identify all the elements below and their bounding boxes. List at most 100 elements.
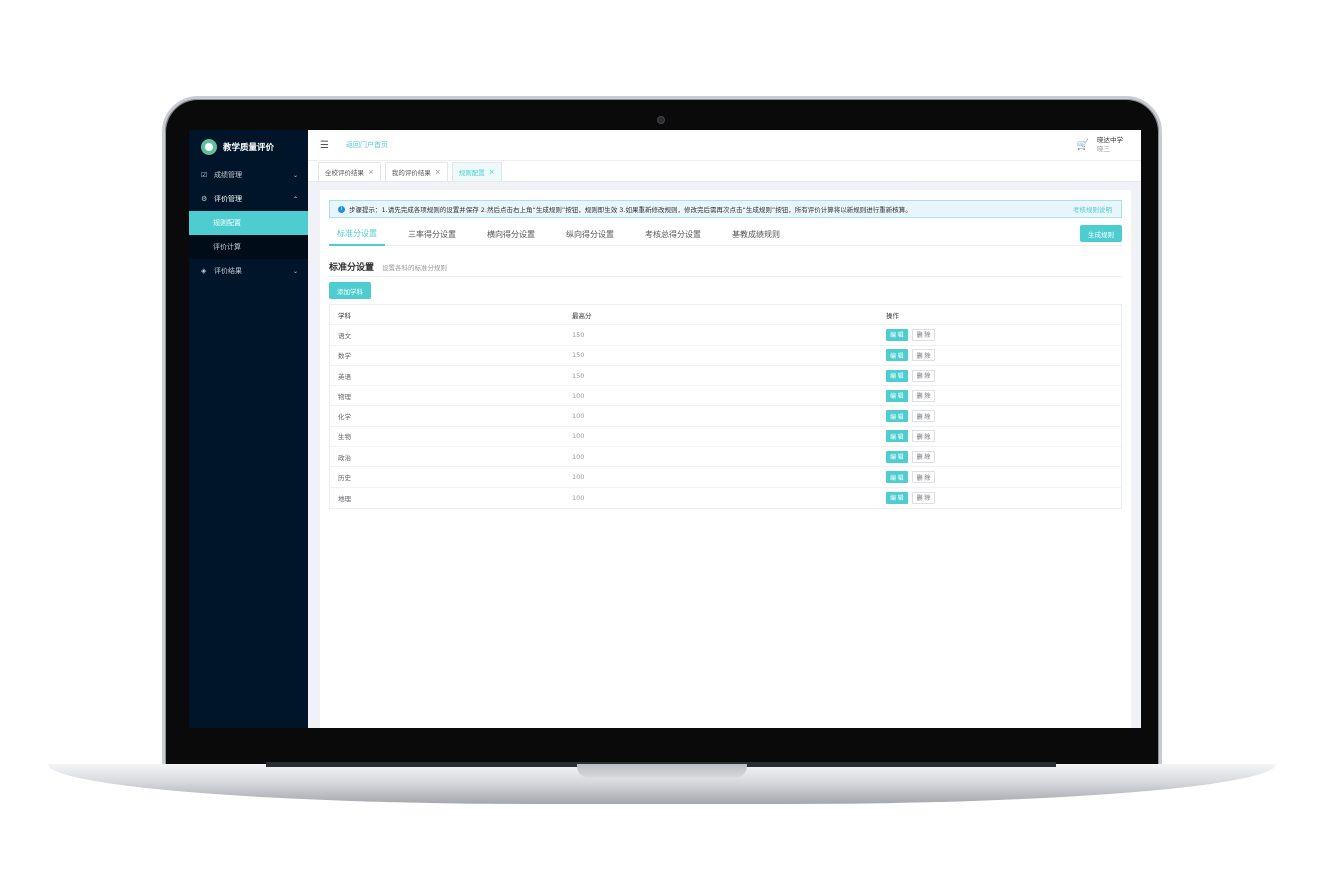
info-icon: i [338,205,345,213]
cell-actions: 编 辑删 除 [878,491,1121,504]
edit-button[interactable]: 编 辑 [886,450,908,463]
tab-school-results[interactable]: 全校评价结果 × [318,162,381,181]
app-screen: 教学质量评价 ☑ 成绩管理 ⌄ ⚙ 评价管理 ⌃ 规则配置 评价计算 ◈ 评价结… [189,130,1141,728]
delete-button[interactable]: 删 除 [911,389,936,402]
cell-max: 100 [572,493,585,502]
cell-subject: 数学 [338,352,351,361]
menu-fold-icon[interactable]: ☰ [320,140,336,151]
tab-label: 全校评价结果 [325,169,364,177]
edit-button[interactable]: 编 辑 [886,430,908,443]
laptop-notch [577,764,747,778]
delete-button[interactable]: 删 除 [911,471,936,484]
edit-button[interactable]: 编 辑 [886,369,908,382]
tab-total-score[interactable]: 考核总得分设置 [637,223,709,246]
sidebar: 教学质量评价 ☑ 成绩管理 ⌄ ⚙ 评价管理 ⌃ 规则配置 评价计算 ◈ 评价结… [189,130,308,728]
delete-button[interactable]: 删 除 [911,430,936,443]
delete-button[interactable]: 删 除 [911,450,936,463]
cell-subject: 历史 [338,474,351,483]
edit-button[interactable]: 编 辑 [886,389,908,402]
cell-max: 100 [572,432,585,441]
menu-label: 成绩管理 [214,171,242,179]
menu-label: 评价结果 [214,267,242,275]
delete-button[interactable]: 删 除 [911,328,936,341]
delete-button[interactable]: 删 除 [911,491,936,504]
col-subject: 学科 [338,311,351,320]
user-box[interactable]: 🛒 晓达中学 晓三 [1077,136,1123,154]
close-icon[interactable]: × [489,168,495,176]
tab-label: 我的评价结果 [391,169,431,177]
gear-icon: ⚙ [201,195,208,203]
cell-actions: 编 辑删 除 [878,471,1121,484]
table-row: 数学 150 编 辑删 除 [330,346,1121,366]
menu-item-evaluation[interactable]: ⚙ 评价管理 ⌃ [189,187,308,211]
camera-icon [657,116,665,124]
checkbox-icon: ☑ [201,171,208,179]
table-row: 历史 100 编 辑删 除 [330,467,1121,488]
cell-actions: 编 辑删 除 [878,349,1121,362]
sub-item-label: 规则配置 [213,219,241,227]
close-icon[interactable]: × [435,168,441,176]
rule-tabs: 标准分设置 三率得分设置 横向得分设置 纵向得分设置 考核总得分设置 基教成绩规… [329,223,1122,246]
cell-actions: 编 辑删 除 [878,369,1121,382]
brand-title: 教学质量评价 [223,142,275,153]
top-header: ☰ 返回门户首页 🛒 晓达中学 晓三 [308,130,1141,161]
menu-item-scores[interactable]: ☑ 成绩管理 ⌄ [189,163,308,187]
cell-actions: 编 辑删 除 [878,450,1121,463]
subject-table: 学科 最高分 操作 语文 150 编 辑删 除数学 150 编 辑删 除英语 150 编 辑… [329,304,1122,509]
edit-button[interactable]: 编 辑 [886,491,908,504]
table-header: 学科 最高分 操作 [330,305,1121,326]
cell-subject: 化学 [338,413,351,422]
tab-horizontal[interactable]: 横向得分设置 [479,223,543,246]
tab-my-results[interactable]: 我的评价结果 × [384,162,448,181]
cell-actions: 编 辑删 除 [878,328,1121,341]
user-name: 晓三 [1097,145,1110,153]
user-info: 晓达中学 晓三 [1097,136,1123,154]
cell-max: 150 [572,351,585,360]
edit-button[interactable]: 编 辑 [886,410,908,423]
tab-vertical[interactable]: 纵向得分设置 [558,223,622,246]
brand[interactable]: 教学质量评价 [189,130,308,163]
cell-actions: 编 辑删 除 [878,430,1121,443]
cell-subject: 语文 [338,331,351,340]
logo-icon [201,138,217,155]
alert-text: 步骤提示：1.请先完成各项规则的设置并保存 2.然后点击右上角“生成规则”按钮，… [349,206,912,214]
chevron-up-icon: ⌃ [292,195,298,203]
col-max: 最高分 [572,311,592,320]
content-panel: i 步骤提示：1.请先完成各项规则的设置并保存 2.然后点击右上角“生成规则”按… [320,190,1131,728]
tab-rules-config[interactable]: 规则配置 × [451,162,502,181]
tab-basic-rules[interactable]: 基教成绩规则 [724,223,788,246]
cell-max: 100 [572,412,585,421]
divider [329,276,1122,277]
menu-item-results[interactable]: ◈ 评价结果 ⌄ [189,259,308,283]
close-icon[interactable]: × [368,168,374,176]
cell-max: 150 [572,330,585,339]
step-alert: i 步骤提示：1.请先完成各项规则的设置并保存 2.然后点击右上角“生成规则”按… [329,200,1122,218]
table-row: 生物 100 编 辑删 除 [330,427,1121,448]
edit-button[interactable]: 编 辑 [886,328,908,341]
tab-three-rate[interactable]: 三率得分设置 [400,223,464,246]
cell-actions: 编 辑删 除 [878,389,1121,402]
sidebar-item-calc[interactable]: 评价计算 [189,235,308,259]
tag-icon: ◈ [201,267,207,275]
cart-icon[interactable]: 🛒 [1077,140,1089,151]
cell-subject: 政治 [338,453,351,462]
edit-button[interactable]: 编 辑 [886,349,908,362]
cell-subject: 物理 [338,392,351,401]
generate-rules-button[interactable]: 生成规则 [1080,225,1122,242]
laptop-mockup: 教学质量评价 ☑ 成绩管理 ⌄ ⚙ 评价管理 ⌃ 规则配置 评价计算 ◈ 评价结… [0,0,1338,893]
edit-button[interactable]: 编 辑 [886,471,908,484]
table-body: 语文 150 编 辑删 除数学 150 编 辑删 除英语 150 编 辑删 除物理 100 编 … [330,325,1121,508]
home-link[interactable]: 返回门户首页 [346,140,388,150]
delete-button[interactable]: 删 除 [911,349,936,362]
delete-button[interactable]: 删 除 [911,410,936,423]
section-desc: 设置各科的标准分规则 [382,264,448,272]
delete-button[interactable]: 删 除 [911,369,936,382]
cell-subject: 地理 [338,494,351,503]
add-subject-button[interactable]: 添加学科 [329,282,371,299]
sidebar-item-rules[interactable]: 规则配置 [189,211,308,235]
tab-standard-score[interactable]: 标准分设置 [329,223,385,246]
cell-actions: 编 辑删 除 [878,410,1121,423]
cell-max: 100 [572,473,585,482]
rules-help-link[interactable]: 考核规则说明 [1073,204,1112,214]
school-name: 晓达中学 [1097,136,1123,144]
